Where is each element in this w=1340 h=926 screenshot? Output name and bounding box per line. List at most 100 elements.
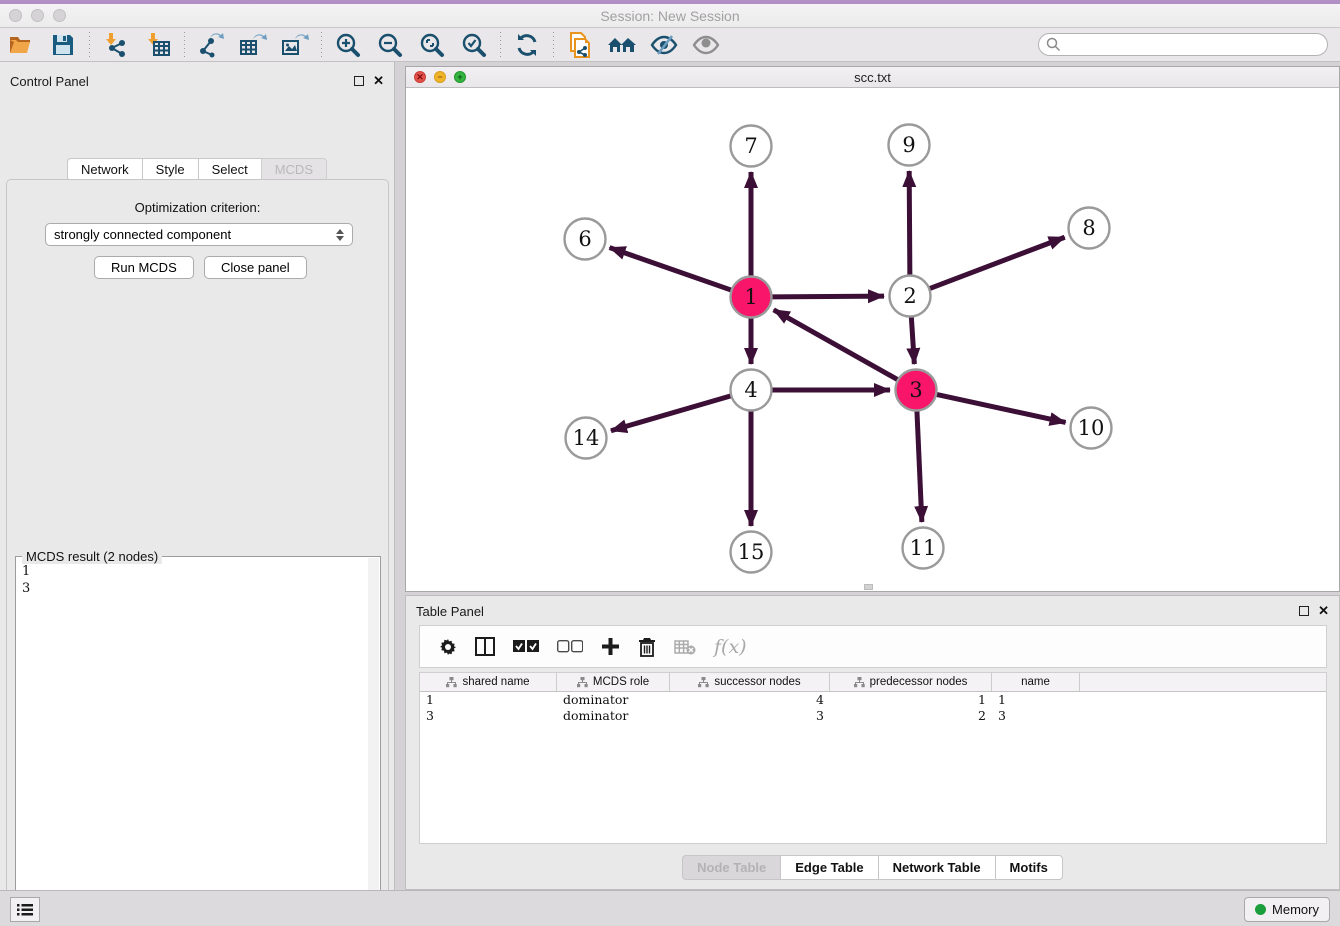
node-14[interactable]: 14 [566, 418, 607, 459]
table-panel: Table Panel ✕ [405, 595, 1340, 890]
import-network-icon[interactable] [99, 31, 133, 59]
cell-MCDS-role[interactable]: dominator [557, 692, 670, 708]
deselect-all-checkboxes-icon[interactable] [557, 640, 583, 653]
column-header-label: MCDS role [593, 676, 649, 688]
select-stepper-icon [336, 229, 344, 241]
cell-name[interactable]: 1 [992, 692, 1080, 708]
run-mcds-button[interactable]: Run MCDS [94, 256, 194, 279]
panel-layout-columns-icon[interactable] [475, 637, 495, 656]
search-input[interactable] [1038, 33, 1328, 56]
tab-mcds[interactable]: MCDS [261, 158, 327, 181]
settings-gear-icon[interactable] [439, 638, 457, 656]
svg-text:3: 3 [909, 378, 922, 402]
close-panel-button[interactable]: Close panel [204, 256, 307, 279]
table-panel-title: Table Panel [416, 604, 484, 619]
hide-graphics-details-icon[interactable] [647, 31, 681, 59]
column-header-successor-nodes[interactable]: successor nodes [670, 673, 830, 691]
open-folder-icon[interactable] [4, 31, 38, 59]
zoom-selected-icon[interactable] [457, 31, 491, 59]
task-list-icon [17, 903, 33, 917]
table-row[interactable]: 1dominator411 [420, 692, 1326, 708]
node-15[interactable]: 15 [731, 532, 772, 573]
cell-MCDS-role[interactable]: dominator [557, 708, 670, 724]
float-panel-icon[interactable] [1299, 606, 1309, 616]
panel-splitter[interactable] [396, 62, 405, 890]
close-panel-icon[interactable]: ✕ [1318, 606, 1329, 616]
refresh-layout-icon[interactable] [510, 31, 544, 59]
edge-3-11[interactable] [917, 411, 922, 522]
add-column-icon[interactable] [601, 637, 620, 656]
memory-button[interactable]: Memory [1244, 897, 1330, 922]
table-row[interactable]: 3dominator323 [420, 708, 1326, 724]
edge-3-1[interactable] [774, 310, 898, 380]
network-resize-grip[interactable] [864, 584, 873, 590]
node-table[interactable]: shared name MCDS role successor nodesprede… [419, 672, 1327, 844]
column-header-name[interactable]: name [992, 673, 1080, 691]
export-table-icon[interactable] [236, 31, 270, 59]
tab-node-table[interactable]: Node Table [682, 855, 780, 880]
export-network-icon[interactable] [194, 31, 228, 59]
delete-table-icon [674, 639, 696, 655]
close-panel-icon[interactable]: ✕ [373, 76, 384, 86]
column-header-shared-name[interactable]: shared name [420, 673, 557, 691]
duplicate-network-icon[interactable] [563, 31, 597, 59]
cell-name[interactable]: 3 [992, 708, 1080, 724]
column-header-label: shared name [462, 676, 529, 688]
edge-2-8[interactable] [930, 237, 1065, 288]
node-1[interactable]: 1 [731, 277, 772, 318]
cell-predecessor-nodes[interactable]: 2 [830, 708, 992, 724]
edge-2-9[interactable] [909, 171, 910, 275]
cell-successor-nodes[interactable]: 4 [670, 692, 830, 708]
zoom-out-icon[interactable] [373, 31, 407, 59]
toolbar-separator [500, 32, 501, 58]
delete-column-icon[interactable] [638, 637, 656, 657]
column-header-MCDS-role[interactable]: MCDS role [557, 673, 670, 691]
node-3[interactable]: 3 [896, 370, 937, 411]
edge-3-10[interactable] [937, 394, 1066, 422]
tab-style[interactable]: Style [142, 158, 198, 181]
show-graphics-details-icon[interactable] [689, 31, 723, 59]
node-8[interactable]: 8 [1069, 208, 1110, 249]
column-header-predecessor-nodes[interactable]: predecessor nodes [830, 673, 992, 691]
node-7[interactable]: 7 [731, 126, 772, 167]
node-11[interactable]: 11 [903, 528, 944, 569]
task-history-button[interactable] [10, 897, 40, 922]
save-session-icon[interactable] [46, 31, 80, 59]
node-2[interactable]: 2 [890, 276, 931, 317]
window-title: Session: New Session [0, 8, 1340, 24]
cell-shared-name[interactable]: 3 [420, 708, 557, 724]
tab-network[interactable]: Network [67, 158, 142, 181]
cell-shared-name[interactable]: 1 [420, 692, 557, 708]
optimization-criterion-label: Optimization criterion: [7, 200, 388, 215]
network-window-titlebar[interactable]: ✕ − + scc.txt [406, 67, 1339, 88]
export-image-icon[interactable] [278, 31, 312, 59]
mcds-result-box: MCDS result (2 nodes) 13 [15, 556, 381, 926]
tab-network-table[interactable]: Network Table [878, 855, 995, 880]
result-scrollbar[interactable] [368, 558, 379, 926]
network-canvas[interactable]: 7 9 6 8 1 2 4 3 14 10 15 11 [406, 88, 1339, 591]
edge-1-2[interactable] [772, 296, 884, 297]
memory-status-icon [1255, 904, 1266, 915]
tab-select[interactable]: Select [198, 158, 261, 181]
node-table-rows: 1dominator4113dominator323 [420, 692, 1326, 724]
node-4[interactable]: 4 [731, 370, 772, 411]
edge-2-3[interactable] [911, 317, 914, 364]
toolbar-search [1038, 33, 1328, 56]
node-10[interactable]: 10 [1071, 408, 1112, 449]
node-6[interactable]: 6 [565, 219, 606, 260]
edge-4-14[interactable] [611, 396, 731, 431]
tab-motifs[interactable]: Motifs [995, 855, 1063, 880]
svg-text:2: 2 [903, 284, 916, 308]
zoom-fit-icon[interactable] [415, 31, 449, 59]
cell-predecessor-nodes[interactable]: 1 [830, 692, 992, 708]
select-all-checkboxes-icon[interactable] [513, 640, 539, 653]
zoom-in-icon[interactable] [331, 31, 365, 59]
tab-edge-table[interactable]: Edge Table [780, 855, 877, 880]
node-9[interactable]: 9 [889, 125, 930, 166]
import-table-icon[interactable] [141, 31, 175, 59]
edge-1-6[interactable] [610, 248, 732, 290]
network-overview-icon[interactable] [605, 31, 639, 59]
criterion-select[interactable]: strongly connected component [45, 223, 353, 246]
float-panel-icon[interactable] [354, 76, 364, 86]
cell-successor-nodes[interactable]: 3 [670, 708, 830, 724]
